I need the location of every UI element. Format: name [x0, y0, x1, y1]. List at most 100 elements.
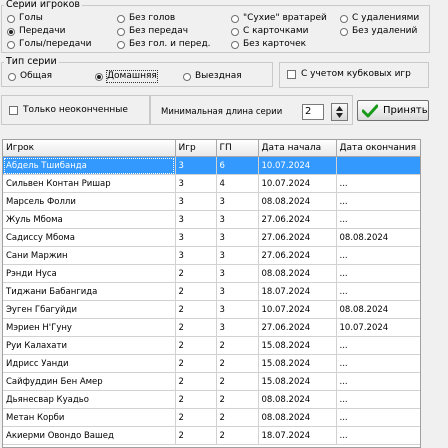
radio-type-total[interactable]: Общая [8, 71, 52, 82]
cell-gp: 3 [216, 282, 259, 301]
cell-player: Идрисс Уанди [3, 354, 176, 373]
column-header-games[interactable]: Игр [175, 140, 217, 157]
table-row[interactable]: Тиджани Бабангида 2 3 18.07.2024... [3, 282, 420, 301]
radio-type-away[interactable]: Выездная [183, 71, 242, 82]
column-header-start-date[interactable]: Дата начала [258, 140, 337, 157]
cell-gp: 2 [216, 354, 259, 373]
cell-player: Рэнди Нуса [3, 264, 176, 283]
radio-no-cards[interactable]: Без карточек [231, 39, 306, 50]
cell-games: 3 [175, 210, 217, 229]
column-header-gp[interactable]: ГП [216, 140, 259, 157]
table-row[interactable]: Сайфуддин Бен Амер 2 2 15.08.2024... [3, 372, 420, 391]
cell-player: Сайфуддин Бен Амер [3, 372, 176, 391]
cell-games: 2 [175, 264, 217, 283]
radio-goals-assists[interactable]: Голы/передачи [7, 39, 91, 50]
radio-assists[interactable]: Передачи [7, 26, 65, 37]
cell-start-date: 15.08.2024 [258, 354, 337, 373]
cell-games: 3 [175, 228, 217, 247]
cell-gp: 3 [216, 318, 259, 337]
table-row[interactable]: Жуль Мбома 3 3 27.06.2024... [3, 210, 420, 229]
radio-goals[interactable]: Голы [7, 13, 43, 24]
cell-start-date: 08.08.2024 [258, 192, 337, 211]
cell-gp: 6 [216, 156, 259, 175]
cell-player: Садиссу Мбома [3, 228, 176, 247]
radio-circle-icon [117, 14, 125, 23]
type-group-title: Тип серии [4, 56, 59, 67]
accept-label: Принять [383, 105, 428, 116]
table-row[interactable]: Абдель Тшибанда 3 6 10.07.2024 [3, 156, 420, 175]
cell-start-date: 27.06.2024 [258, 228, 337, 247]
cell-games: 2 [175, 336, 217, 355]
table-row[interactable]: Акиерми Овондо Вашед 2 2 18.07.2024... [3, 426, 420, 445]
accept-button[interactable]: Принять [357, 100, 429, 121]
table-row[interactable]: Руи Калахати 2 2 15.08.2024... [3, 336, 420, 355]
table-row[interactable]: Садиссу Мбома 3 3 27.06.2024 08.08.2024 [3, 228, 420, 247]
cell-gp: 2 [216, 336, 259, 355]
cell-games: 2 [175, 426, 217, 445]
table-row[interactable]: Сильвен Контан Ришар 3 4 10.07.2024... [3, 174, 420, 193]
table-row[interactable]: Дьянесвар Куадьо 2 2 08.08.2024... [3, 390, 420, 409]
cell-start-date: 18.07.2024 [258, 426, 337, 445]
checkmark-icon [362, 104, 378, 117]
cell-player: Мэриен Н'Гуну [3, 318, 176, 337]
cell-games: 2 [175, 318, 217, 337]
radio-circle-icon [7, 14, 15, 23]
cell-games: 2 [175, 372, 217, 391]
cell-games: 3 [175, 156, 217, 175]
radio-circle-icon [117, 40, 125, 49]
cell-gp: 3 [216, 192, 259, 211]
unfinished-checkbox[interactable]: Только неоконченные [9, 105, 128, 115]
min-length-input[interactable]: 2 [302, 104, 324, 120]
cell-end-date: ... [336, 192, 420, 211]
table-row[interactable]: Рэнди Нуса 2 3 08.08.2024... [3, 264, 420, 283]
cell-end-date: ... [336, 354, 420, 373]
cell-games: 2 [175, 408, 217, 427]
radio-circle-icon [95, 72, 103, 81]
cell-gp: 2 [216, 372, 259, 391]
cell-games: 2 [175, 354, 217, 373]
table-row[interactable]: Мэриен Н'Гуну 2 3 27.06.2024 10.07.2024 [3, 318, 420, 337]
spin-arrows-icon [336, 106, 343, 118]
table-row[interactable]: Метан Корби 2 2 08.08.2024... [3, 408, 420, 427]
radio-with-cards[interactable]: С карточками [231, 26, 308, 37]
cell-end-date: ... [336, 390, 420, 409]
table-row[interactable]: Сани Маржин 3 3 27.06.2024... [3, 246, 420, 265]
cell-start-date: 08.08.2024 [258, 390, 337, 409]
radio-with-ejections[interactable]: С удалениями [340, 13, 419, 24]
cell-end-date: 08.08.2024 [336, 228, 420, 247]
cell-gp: 3 [216, 228, 259, 247]
table-row[interactable]: Эуген Гбагуйди 2 3 10.07.2024 08.08.2024 [3, 300, 420, 319]
spin-button[interactable] [331, 103, 348, 121]
radio-clean-sheets[interactable]: "Сухие" вратарей [231, 13, 327, 24]
cup-games-checkbox[interactable]: С учетом кубковых игр [287, 69, 411, 79]
column-header-end-date[interactable]: Дата окончания [336, 140, 420, 157]
column-header-player[interactable]: Игрок [3, 140, 176, 157]
radio-circle-icon [340, 27, 348, 36]
cell-end-date: 10.07.2024 [336, 318, 420, 337]
radio-no-ejections[interactable]: Без удалений [340, 26, 417, 37]
cell-end-date: ... [336, 210, 420, 229]
table-header-row: Игрок Игр ГП Дата начала Дата окончания [3, 140, 420, 157]
cell-gp: 2 [216, 426, 259, 445]
checkbox-box-icon [9, 105, 18, 115]
radio-circle-icon [231, 27, 239, 36]
cell-end-date: ... [336, 246, 420, 265]
series-group-title: Серии игроков [4, 0, 83, 10]
cell-end-date: ... [336, 282, 420, 301]
table-row[interactable]: Марсель Фолли 3 3 08.08.2024... [3, 192, 420, 211]
cell-player: Жуль Мбома [3, 210, 176, 229]
table-row[interactable]: Идрисс Уанди 2 2 15.08.2024... [3, 354, 420, 373]
cell-player: Сильвен Контан Ришар [3, 174, 176, 193]
cell-gp: 3 [216, 210, 259, 229]
cell-start-date: 10.07.2024 [258, 300, 337, 319]
radio-no-goals[interactable]: Без голов [117, 13, 175, 24]
cell-player: Тиджани Бабангида [3, 282, 176, 301]
cell-gp: 2 [216, 408, 259, 427]
players-table[interactable]: Игрок Игр ГП Дата начала Дата окончания … [2, 139, 421, 448]
cell-end-date: ... [336, 174, 420, 193]
radio-no-goals-assists[interactable]: Без гол. и перед. [117, 39, 211, 50]
radio-circle-icon [7, 40, 15, 49]
radio-no-assists[interactable]: Без передач [117, 26, 188, 37]
radio-type-home[interactable]: Домашняя [95, 70, 158, 83]
cell-end-date [336, 156, 420, 175]
